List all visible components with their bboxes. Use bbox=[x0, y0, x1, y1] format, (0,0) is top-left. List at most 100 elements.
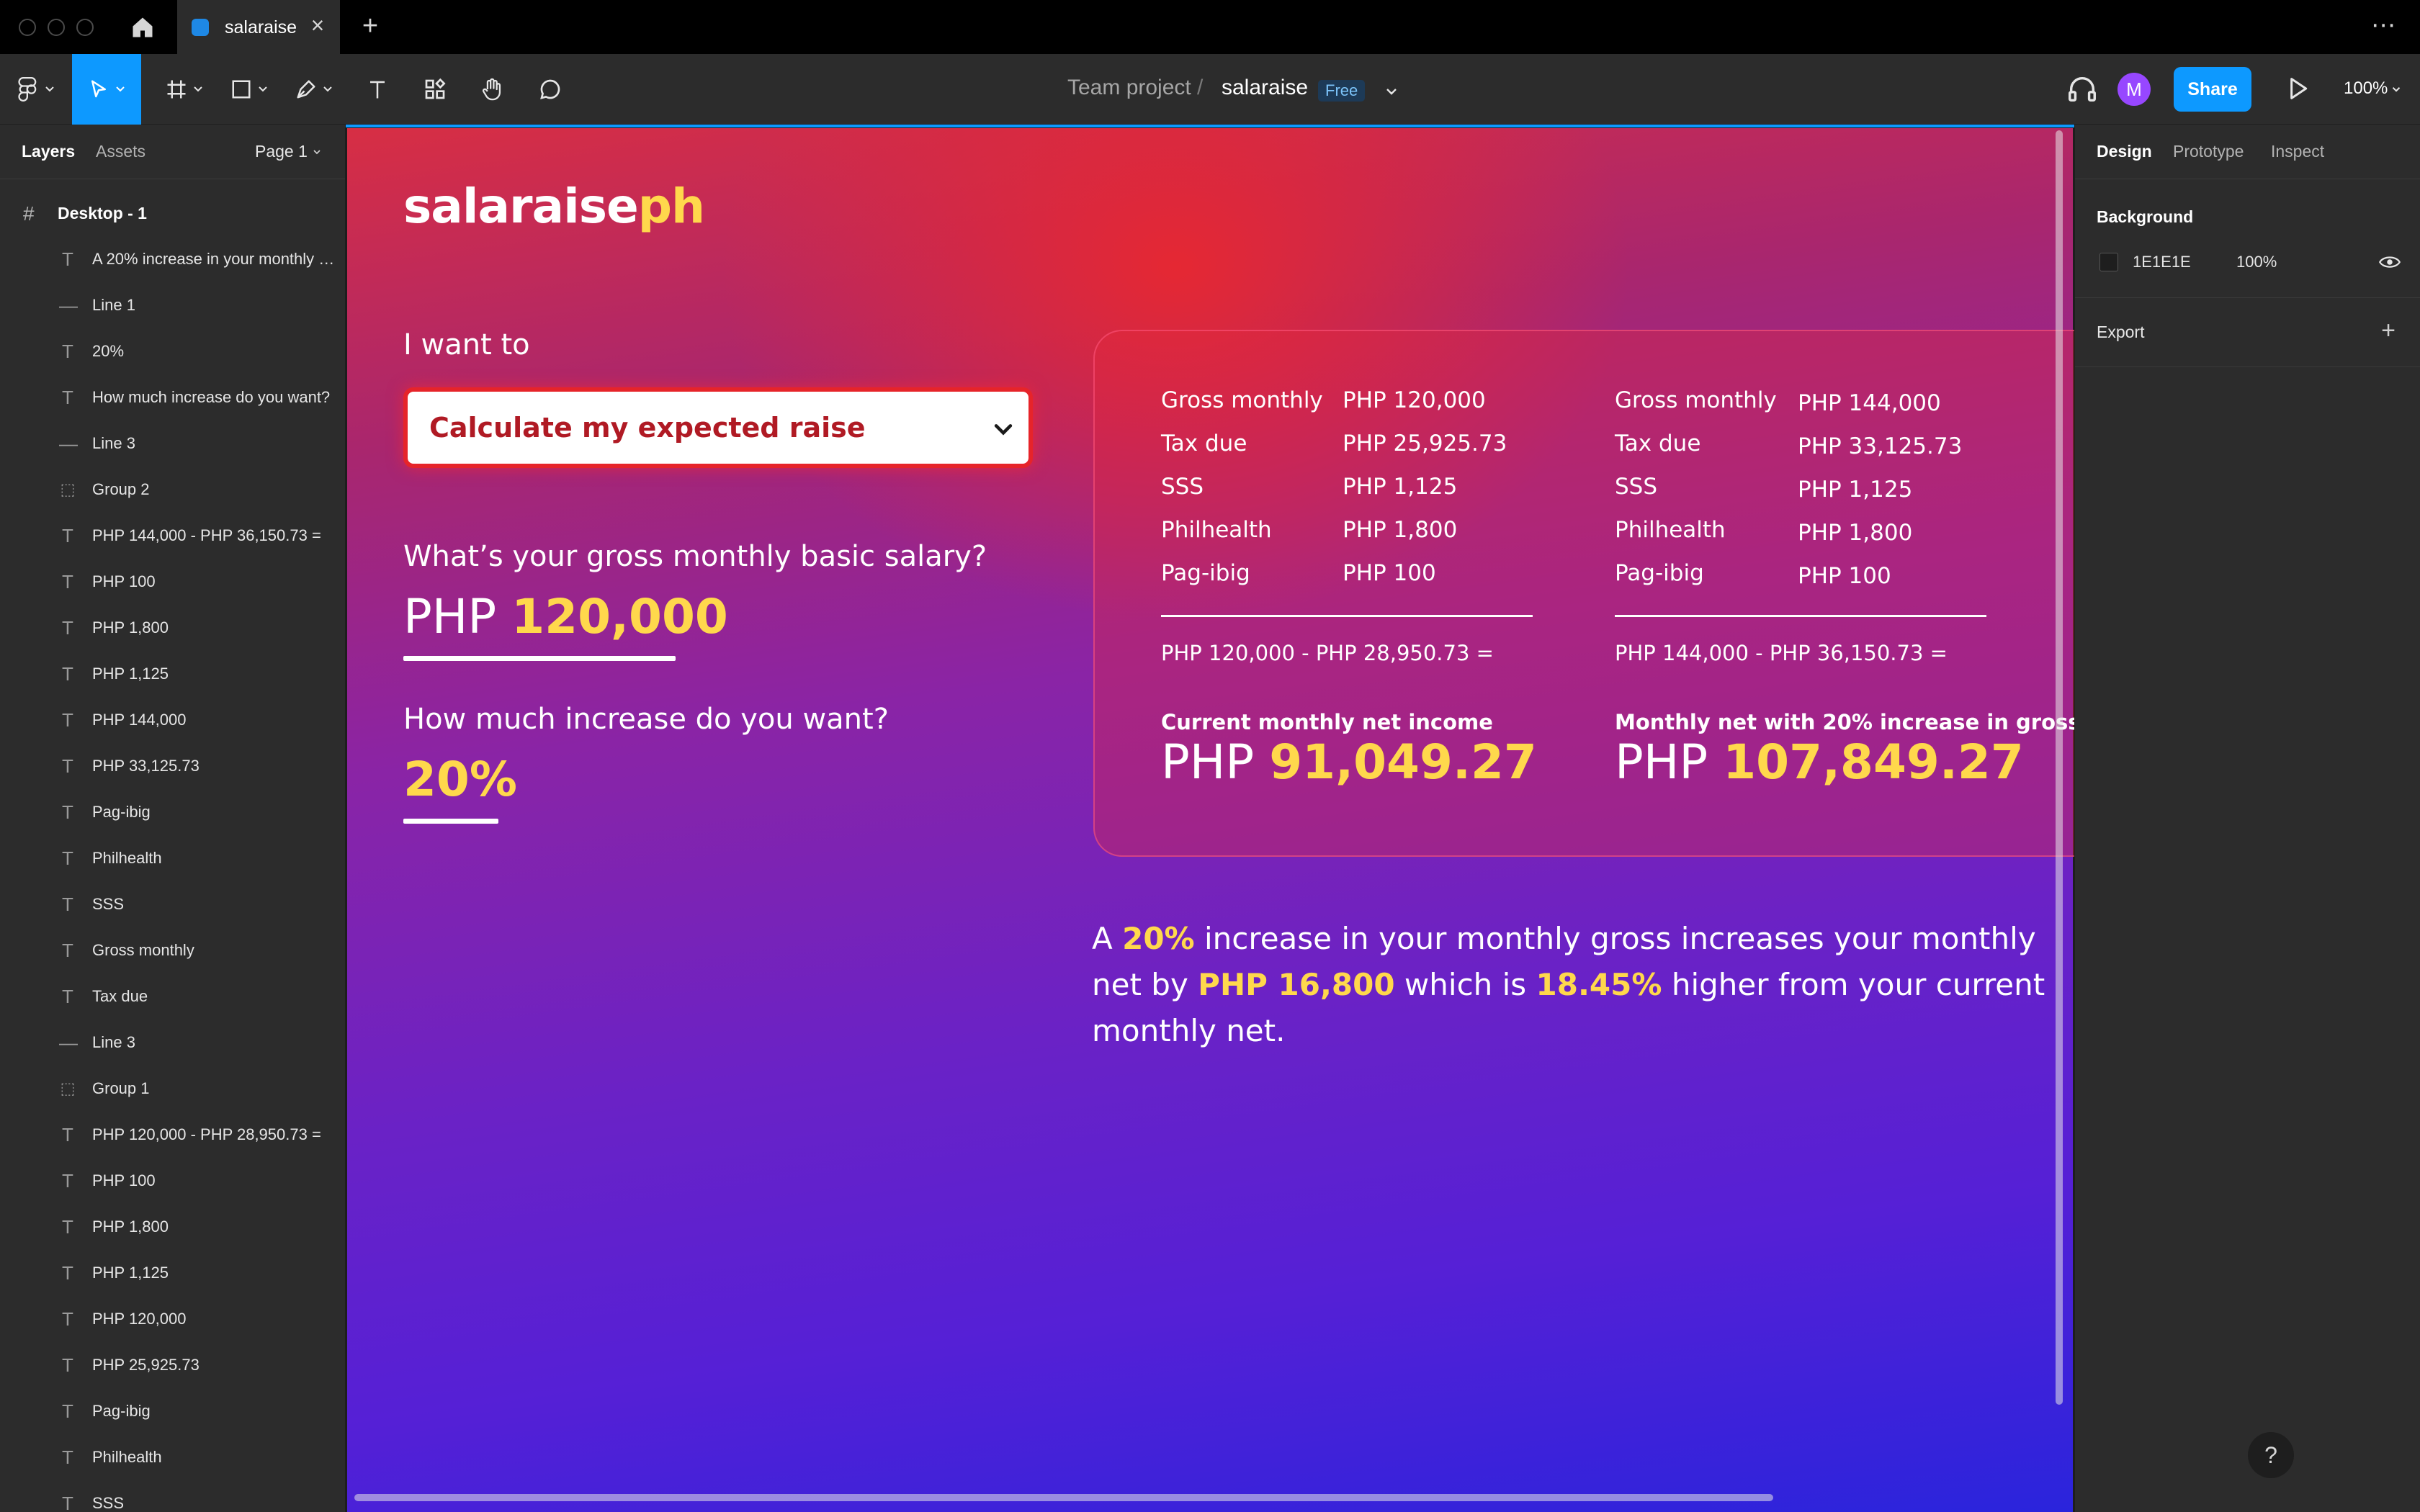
layer-row[interactable]: T PHP 1,800 bbox=[0, 606, 345, 652]
layer-label: PHP 25,925.73 bbox=[92, 1356, 200, 1374]
tab-layers[interactable]: Layers bbox=[22, 142, 75, 161]
layer-row[interactable]: T 20% bbox=[0, 329, 345, 375]
move-tool-button[interactable] bbox=[72, 54, 141, 125]
file-tab-title: salaraise bbox=[225, 17, 297, 37]
goal-dropdown[interactable]: Calculate my expected raise bbox=[403, 387, 1033, 468]
layer-row[interactable]: T PHP 25,925.73 bbox=[0, 1343, 345, 1389]
more-options-icon[interactable]: ⋯ bbox=[2370, 13, 2398, 40]
breakdown-label: Pag-ibig bbox=[1615, 560, 1704, 586]
text-tool-button[interactable] bbox=[357, 54, 398, 125]
text-layer-icon: T bbox=[62, 1308, 73, 1330]
avatar[interactable]: M bbox=[2118, 73, 2151, 106]
layer-list: T A 20% increase in your monthly gross in… bbox=[0, 237, 345, 1512]
text-layer-icon: T bbox=[62, 894, 73, 915]
layer-row[interactable]: T PHP 100 bbox=[0, 559, 345, 606]
breakdown-value: PHP 144,000 bbox=[1798, 390, 1941, 416]
layer-row[interactable]: — Line 3 bbox=[0, 421, 345, 467]
layer-row[interactable]: T A 20% increase in your monthly gross in… bbox=[0, 237, 345, 283]
canvas[interactable]: salaraiseph I want to Calculate my expec… bbox=[346, 125, 2074, 1512]
text-layer-icon: T bbox=[62, 801, 73, 823]
breadcrumb-team[interactable]: Team project bbox=[1067, 76, 1191, 100]
current-net-value: PHP 91,049.27 bbox=[1161, 734, 1537, 790]
close-tab-icon[interactable]: × bbox=[305, 13, 330, 37]
salary-question: What’s your gross monthly basic salary? bbox=[403, 540, 987, 573]
layer-row[interactable]: T PHP 33,125.73 bbox=[0, 744, 345, 790]
headphones-icon[interactable] bbox=[2066, 73, 2099, 106]
page-selector[interactable]: Page 1 bbox=[255, 142, 308, 161]
tab-inspect[interactable]: Inspect bbox=[2271, 142, 2324, 161]
layer-row[interactable]: T PHP 120,000 bbox=[0, 1297, 345, 1343]
chevron-down-icon[interactable] bbox=[1383, 83, 1400, 100]
text-layer-icon: T bbox=[62, 709, 73, 731]
background-color-swatch[interactable] bbox=[2099, 253, 2118, 271]
eye-icon[interactable] bbox=[2378, 253, 2401, 271]
hand-tool-button[interactable] bbox=[472, 54, 513, 125]
chevron-down-icon[interactable] bbox=[2390, 83, 2403, 99]
frame-tool-button[interactable] bbox=[156, 54, 213, 125]
background-opacity-input[interactable]: 100% bbox=[2236, 253, 2277, 271]
frame-icon: # bbox=[23, 202, 35, 225]
layer-row[interactable]: ⬚ Group 1 bbox=[0, 1066, 345, 1112]
chevron-down-icon[interactable] bbox=[311, 146, 323, 161]
layer-row[interactable]: T PHP 1,125 bbox=[0, 652, 345, 698]
summary-part: which is bbox=[1394, 967, 1536, 1002]
layer-row[interactable]: — Line 1 bbox=[0, 283, 345, 329]
layer-row[interactable]: T PHP 1,125 bbox=[0, 1251, 345, 1297]
layer-row[interactable]: T PHP 100 bbox=[0, 1158, 345, 1205]
layer-row[interactable]: T Philhealth bbox=[0, 1435, 345, 1481]
logo: salaraiseph bbox=[403, 179, 705, 234]
help-button[interactable]: ? bbox=[2248, 1432, 2294, 1478]
desktop-frame[interactable]: salaraiseph I want to Calculate my expec… bbox=[347, 128, 2074, 1512]
layer-row[interactable]: — Line 3 bbox=[0, 1020, 345, 1066]
layer-row[interactable]: T PHP 144,000 bbox=[0, 698, 345, 744]
layer-row[interactable]: T PHP 144,000 - PHP 36,150.73 = bbox=[0, 513, 345, 559]
comment-tool-button[interactable] bbox=[530, 54, 570, 125]
layer-row[interactable]: T Philhealth bbox=[0, 836, 345, 882]
resources-button[interactable] bbox=[415, 54, 455, 125]
window-zoom-button[interactable] bbox=[76, 19, 94, 36]
layer-row[interactable]: T Gross monthly bbox=[0, 928, 345, 974]
layer-row[interactable]: ⬚ Group 2 bbox=[0, 467, 345, 513]
layer-row[interactable]: T SSS bbox=[0, 882, 345, 928]
vertical-scrollbar[interactable] bbox=[2056, 130, 2063, 1405]
pen-tool-icon bbox=[297, 80, 315, 99]
text-layer-icon: T bbox=[62, 986, 73, 1007]
background-hex-input[interactable]: 1E1E1E bbox=[2133, 253, 2191, 271]
layer-frame-desktop[interactable]: # Desktop - 1 bbox=[0, 191, 345, 234]
breakdown-value: PHP 1,125 bbox=[1798, 477, 1913, 503]
pen-tool-button[interactable] bbox=[285, 54, 343, 125]
layer-row[interactable]: T Pag-ibig bbox=[0, 1389, 345, 1435]
current-separator-line bbox=[1161, 615, 1533, 617]
breakdown-value: PHP 1,125 bbox=[1343, 474, 1458, 500]
window-close-button[interactable] bbox=[19, 19, 36, 36]
layer-label: Tax due bbox=[92, 987, 148, 1005]
new-tab-button[interactable]: + bbox=[357, 12, 383, 40]
layer-label: A 20% increase in your monthly gross inc… bbox=[92, 250, 337, 268]
window-minimize-button[interactable] bbox=[48, 19, 65, 36]
shape-tool-button[interactable] bbox=[220, 54, 278, 125]
layer-row[interactable]: T How much increase do you want? bbox=[0, 375, 345, 421]
tab-prototype[interactable]: Prototype bbox=[2173, 142, 2244, 161]
file-tab[interactable]: salaraise × bbox=[177, 0, 340, 54]
layer-label: PHP 144,000 - PHP 36,150.73 = bbox=[92, 526, 321, 544]
figma-menu-button[interactable] bbox=[7, 54, 65, 125]
layer-row[interactable]: T PHP 1,800 bbox=[0, 1205, 345, 1251]
layer-row[interactable]: T Pag-ibig bbox=[0, 790, 345, 836]
share-button[interactable]: Share bbox=[2174, 67, 2251, 112]
logo-suffix: ph bbox=[637, 179, 705, 234]
salary-input[interactable]: PHP 120,000 bbox=[403, 589, 728, 644]
play-icon[interactable] bbox=[2283, 74, 2312, 103]
chevron-down-icon[interactable] bbox=[991, 418, 1016, 442]
horizontal-scrollbar[interactable] bbox=[354, 1494, 1773, 1501]
breadcrumb-file[interactable]: salaraise bbox=[1222, 76, 1308, 100]
add-export-icon[interactable]: + bbox=[2378, 318, 2399, 343]
tab-assets[interactable]: Assets bbox=[96, 142, 145, 161]
tab-design[interactable]: Design bbox=[2097, 142, 2152, 161]
layer-row[interactable]: T PHP 120,000 - PHP 28,950.73 = bbox=[0, 1112, 345, 1158]
layer-row[interactable]: T SSS bbox=[0, 1481, 345, 1512]
increase-input[interactable]: 20% bbox=[403, 752, 517, 807]
zoom-level[interactable]: 100% bbox=[2344, 78, 2388, 99]
home-icon[interactable] bbox=[130, 14, 156, 40]
layer-row[interactable]: T Tax due bbox=[0, 974, 345, 1020]
raised-separator-line bbox=[1615, 615, 1986, 617]
